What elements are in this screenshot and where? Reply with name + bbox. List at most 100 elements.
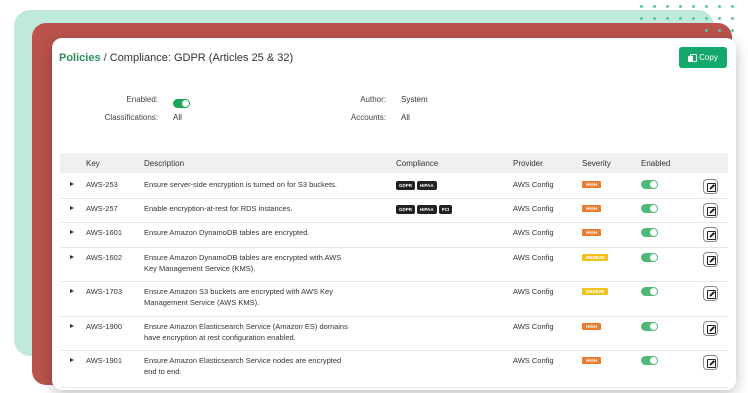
accounts-value: All [401,113,410,122]
row-enabled-toggle[interactable] [641,253,658,262]
row-description-line-2: have encryption at rest configuration en… [144,333,296,342]
edit-icon [707,231,716,240]
decorative-dot [640,17,643,20]
table-row[interactable]: AWS-1601 Ensure Amazon DynamoDB tables ar… [60,223,728,248]
severity-badge: HIGH [582,323,602,330]
classifications-value: All [173,113,182,122]
edit-button[interactable] [703,286,718,301]
row-description-line-2: end to end. [144,367,182,376]
column-header-key[interactable]: Key [86,159,100,168]
accounts-label: Accounts: [350,113,386,122]
toggle-knob [182,100,189,107]
row-provider: AWS Config [513,180,554,189]
column-header-severity[interactable]: Severity [582,159,611,168]
copy-button[interactable]: Copy [679,47,727,68]
author-label: Author: [360,95,386,104]
author-value: System [401,95,428,104]
expand-caret-icon[interactable] [70,289,74,293]
row-description-line-1: Ensure Amazon Elasticsearch Service node… [144,356,342,365]
compliance-tags: GDPR HIPAA PCI [396,205,453,214]
row-provider: AWS Config [513,253,554,262]
breadcrumb-separator: / [100,52,110,64]
row-key: AWS-1900 [86,322,122,331]
row-provider: AWS Config [513,204,554,213]
row-enabled-toggle[interactable] [641,287,658,296]
decorative-dot [692,5,695,8]
row-enabled-toggle[interactable] [641,180,658,189]
severity-badge: HIGH [582,357,602,364]
row-description-line-2: Management Service (AWS KMS). [144,298,260,307]
toggle-knob [650,323,657,330]
copy-button-label: Copy [699,53,718,62]
classifications-label: Classifications: [104,113,158,122]
expand-caret-icon[interactable] [70,230,74,234]
decorative-dot [718,5,721,8]
expand-caret-icon[interactable] [70,324,74,328]
decorative-dot [731,29,734,32]
edit-icon [707,256,716,265]
column-header-enabled[interactable]: Enabled [641,159,670,168]
toggle-knob [650,254,657,261]
edit-icon [707,359,716,368]
compliance-tags: GDPR HIPAA [396,181,437,190]
row-key: AWS-257 [86,204,118,213]
enabled-toggle[interactable] [173,95,190,113]
decorative-dot [718,29,721,32]
edit-icon [707,207,716,216]
row-description-line-1: Ensure Amazon Elasticsearch Service (Ama… [144,322,348,331]
column-header-description[interactable]: Description [144,159,184,168]
page-title: Policies / Compliance: GDPR (Articles 25… [59,52,293,64]
row-enabled-toggle[interactable] [641,322,658,331]
row-enabled-toggle[interactable] [641,356,658,365]
column-header-compliance[interactable]: Compliance [396,159,438,168]
toggle-knob [650,229,657,236]
expand-caret-icon[interactable] [70,358,74,362]
table-row[interactable]: AWS-1703 Ensure Amazon S3 buckets are enc… [60,282,728,317]
severity-badge: MEDIUM [582,254,609,261]
row-key: AWS-1601 [86,228,122,237]
row-key: AWS-253 [86,180,118,189]
edit-button[interactable] [703,321,718,336]
severity-badge: MEDIUM [582,288,609,295]
toggle-knob [650,181,657,188]
edit-button[interactable] [703,179,718,194]
toggle-knob [650,357,657,364]
decorative-dot [666,17,669,20]
decorative-dot [666,5,669,8]
compliance-tag: HIPAA [417,181,437,190]
decorative-dot [705,17,708,20]
decorative-dot [705,29,708,32]
table-row[interactable]: AWS-253 Ensure server-side encryption is … [60,175,728,199]
table-row[interactable]: AWS-1901 Ensure Amazon Elasticsearch Serv… [60,351,728,388]
decorative-dot [653,5,656,8]
copy-icon [688,53,698,62]
decorative-dot [679,17,682,20]
edit-button[interactable] [703,227,718,242]
column-header-provider[interactable]: Provider [513,159,543,168]
table-header: Key Description Compliance Provider Seve… [60,153,728,173]
table-row[interactable]: AWS-257 Enable encryption-at-rest for RDS… [60,199,728,223]
table-row[interactable]: AWS-1900 Ensure Amazon Elasticsearch Serv… [60,317,728,351]
breadcrumb-policies[interactable]: Policies [59,52,101,64]
edit-button[interactable] [703,252,718,267]
enabled-label: Enabled: [126,95,158,104]
decorative-dot [640,5,643,8]
row-enabled-toggle[interactable] [641,228,658,237]
decorative-dot [692,17,695,20]
table-row[interactable]: AWS-1602 Ensure Amazon DynamoDB tables ar… [60,248,728,282]
decorative-dot [653,17,656,20]
compliance-tag: GDPR [396,205,416,214]
decorative-dot [718,17,721,20]
expand-caret-icon[interactable] [70,182,74,186]
compliance-tag: GDPR [396,181,416,190]
expand-caret-icon[interactable] [70,206,74,210]
row-enabled-toggle[interactable] [641,204,658,213]
expand-caret-icon[interactable] [70,255,74,259]
toggle-knob [650,205,657,212]
edit-button[interactable] [703,203,718,218]
severity-badge: HIGH [582,181,602,188]
toggle-knob [650,288,657,295]
toggle-switch[interactable] [173,99,190,108]
edit-button[interactable] [703,355,718,370]
row-provider: AWS Config [513,228,554,237]
